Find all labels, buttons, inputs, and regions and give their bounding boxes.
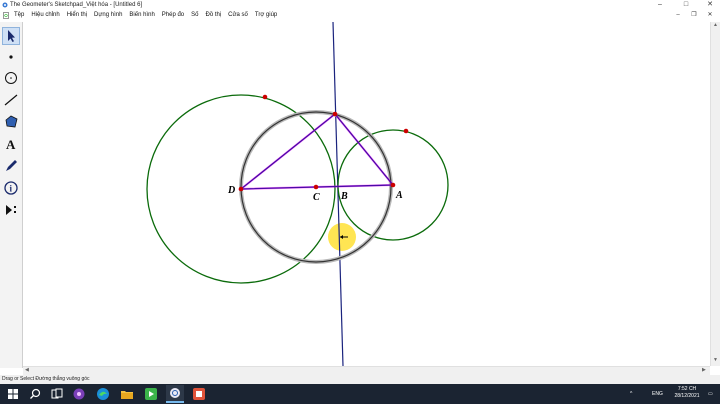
- horizontal-scrollbar[interactable]: ◀ ▶: [23, 366, 710, 375]
- polygon-tool[interactable]: [2, 113, 20, 131]
- menu-item-file[interactable]: Tệp: [13, 10, 25, 21]
- toolbox: A i: [0, 22, 23, 368]
- title-bar: The Geometer's Sketchpad_Việt hóa - [Unt…: [0, 0, 720, 10]
- menu-item-display[interactable]: Hiển thị: [66, 10, 88, 21]
- task-view-icon[interactable]: [48, 385, 66, 403]
- maximize-button[interactable]: □: [678, 0, 694, 10]
- play-menu-icon: [6, 205, 16, 215]
- menu-item-window[interactable]: Cửa số: [227, 10, 249, 21]
- windows-start-icon[interactable]: [4, 385, 22, 403]
- menu-item-help[interactable]: Trợ giúp: [254, 10, 278, 21]
- minimize-button[interactable]: –: [652, 0, 668, 10]
- sketch-canvas[interactable]: D C B A: [23, 21, 709, 367]
- scroll-down-icon[interactable]: ▼: [713, 356, 718, 365]
- menu-item-graph[interactable]: Đồ thị: [204, 10, 222, 21]
- scroll-right-icon[interactable]: ▶: [702, 366, 706, 375]
- label-c[interactable]: C: [313, 192, 320, 203]
- svg-text:i: i: [10, 184, 13, 194]
- menu-item-edit[interactable]: Hiệu chỉnh: [30, 10, 60, 21]
- taskbar: ^ ENG 7:52 CH 28/12/2021 ▭: [0, 384, 720, 404]
- document-icon[interactable]: [3, 12, 9, 19]
- svg-text:A: A: [6, 137, 16, 152]
- custom-tool[interactable]: [2, 201, 20, 219]
- scroll-up-icon[interactable]: ▲: [713, 21, 718, 30]
- label-d[interactable]: D: [227, 185, 235, 196]
- text-tool[interactable]: A: [2, 135, 20, 153]
- vertical-scrollbar[interactable]: ▲ ▼: [710, 22, 720, 366]
- clock-date: 28/12/2021: [674, 393, 700, 399]
- circle-icon: [5, 72, 17, 84]
- point-icon: [9, 55, 13, 59]
- text-A-icon: A: [6, 137, 16, 152]
- doc-minimize-button[interactable]: –: [672, 10, 684, 21]
- point-c[interactable]: [313, 184, 319, 190]
- point-a[interactable]: [390, 182, 396, 188]
- straightedge-tool[interactable]: [2, 91, 20, 109]
- information-tool[interactable]: i: [2, 179, 20, 197]
- point-tool[interactable]: [2, 48, 20, 66]
- triangle-halo: [237, 112, 396, 191]
- menu-item-number[interactable]: Số: [190, 10, 199, 21]
- pen-icon: [6, 160, 17, 171]
- taskbar-clock[interactable]: 7:52 CH 28/12/2021: [670, 386, 704, 400]
- label-a[interactable]: A: [395, 190, 403, 201]
- clock-time: 7:52 CH: [677, 386, 697, 392]
- compass-tool[interactable]: [2, 69, 20, 87]
- arrow-icon: [8, 30, 15, 42]
- selection-arrow-tool[interactable]: [2, 27, 20, 45]
- camtasia-icon[interactable]: [142, 385, 160, 403]
- info-icon: i: [4, 181, 18, 195]
- marker-tool[interactable]: [2, 157, 20, 175]
- point-apex[interactable]: [332, 111, 338, 117]
- app-icon[interactable]: [190, 385, 208, 403]
- menu-item-measure[interactable]: Phép đo: [161, 10, 185, 21]
- menu-bar: Tệp Hiệu chỉnh Hiển thị Dựng hình Biến h…: [0, 10, 720, 21]
- search-icon[interactable]: [26, 385, 44, 403]
- menu-item-transform[interactable]: Biến hình: [128, 10, 155, 21]
- doc-close-button[interactable]: ✕: [704, 10, 716, 21]
- notification-icon[interactable]: ▭: [708, 384, 713, 404]
- geometry-drawing: D C B A: [146, 21, 449, 367]
- tray-chevron-icon[interactable]: ^: [630, 384, 632, 404]
- line-icon: [4, 94, 18, 106]
- edge-browser-icon[interactable]: [94, 385, 112, 403]
- triangle[interactable]: [239, 113, 395, 190]
- scroll-left-icon[interactable]: ◀: [25, 366, 29, 375]
- language-indicator[interactable]: ENG: [652, 384, 663, 404]
- media-app-icon[interactable]: [70, 385, 88, 403]
- label-b[interactable]: B: [340, 191, 348, 202]
- doc-restore-button[interactable]: ❐: [688, 10, 700, 21]
- menu-items: Tệp Hiệu chỉnh Hiển thị Dựng hình Biến h…: [13, 10, 278, 21]
- polygon-icon: [5, 115, 18, 128]
- point-d[interactable]: [238, 186, 244, 192]
- sketchpad-app-icon: [2, 2, 8, 8]
- status-bar: Drag or Select Đường thẳng vuông góc: [0, 375, 720, 384]
- close-button[interactable]: ✕: [702, 0, 718, 10]
- sketchpad-icon[interactable]: [166, 385, 184, 403]
- status-text: Drag or Select Đường thẳng vuông góc: [2, 376, 90, 382]
- point-on-circle-a[interactable]: [403, 128, 409, 134]
- point-on-circle-d[interactable]: [262, 94, 268, 100]
- window-title: The Geometer's Sketchpad_Việt hóa - [Unt…: [10, 2, 143, 8]
- menu-item-construct[interactable]: Dựng hình: [93, 10, 123, 21]
- file-explorer-icon[interactable]: [118, 385, 136, 403]
